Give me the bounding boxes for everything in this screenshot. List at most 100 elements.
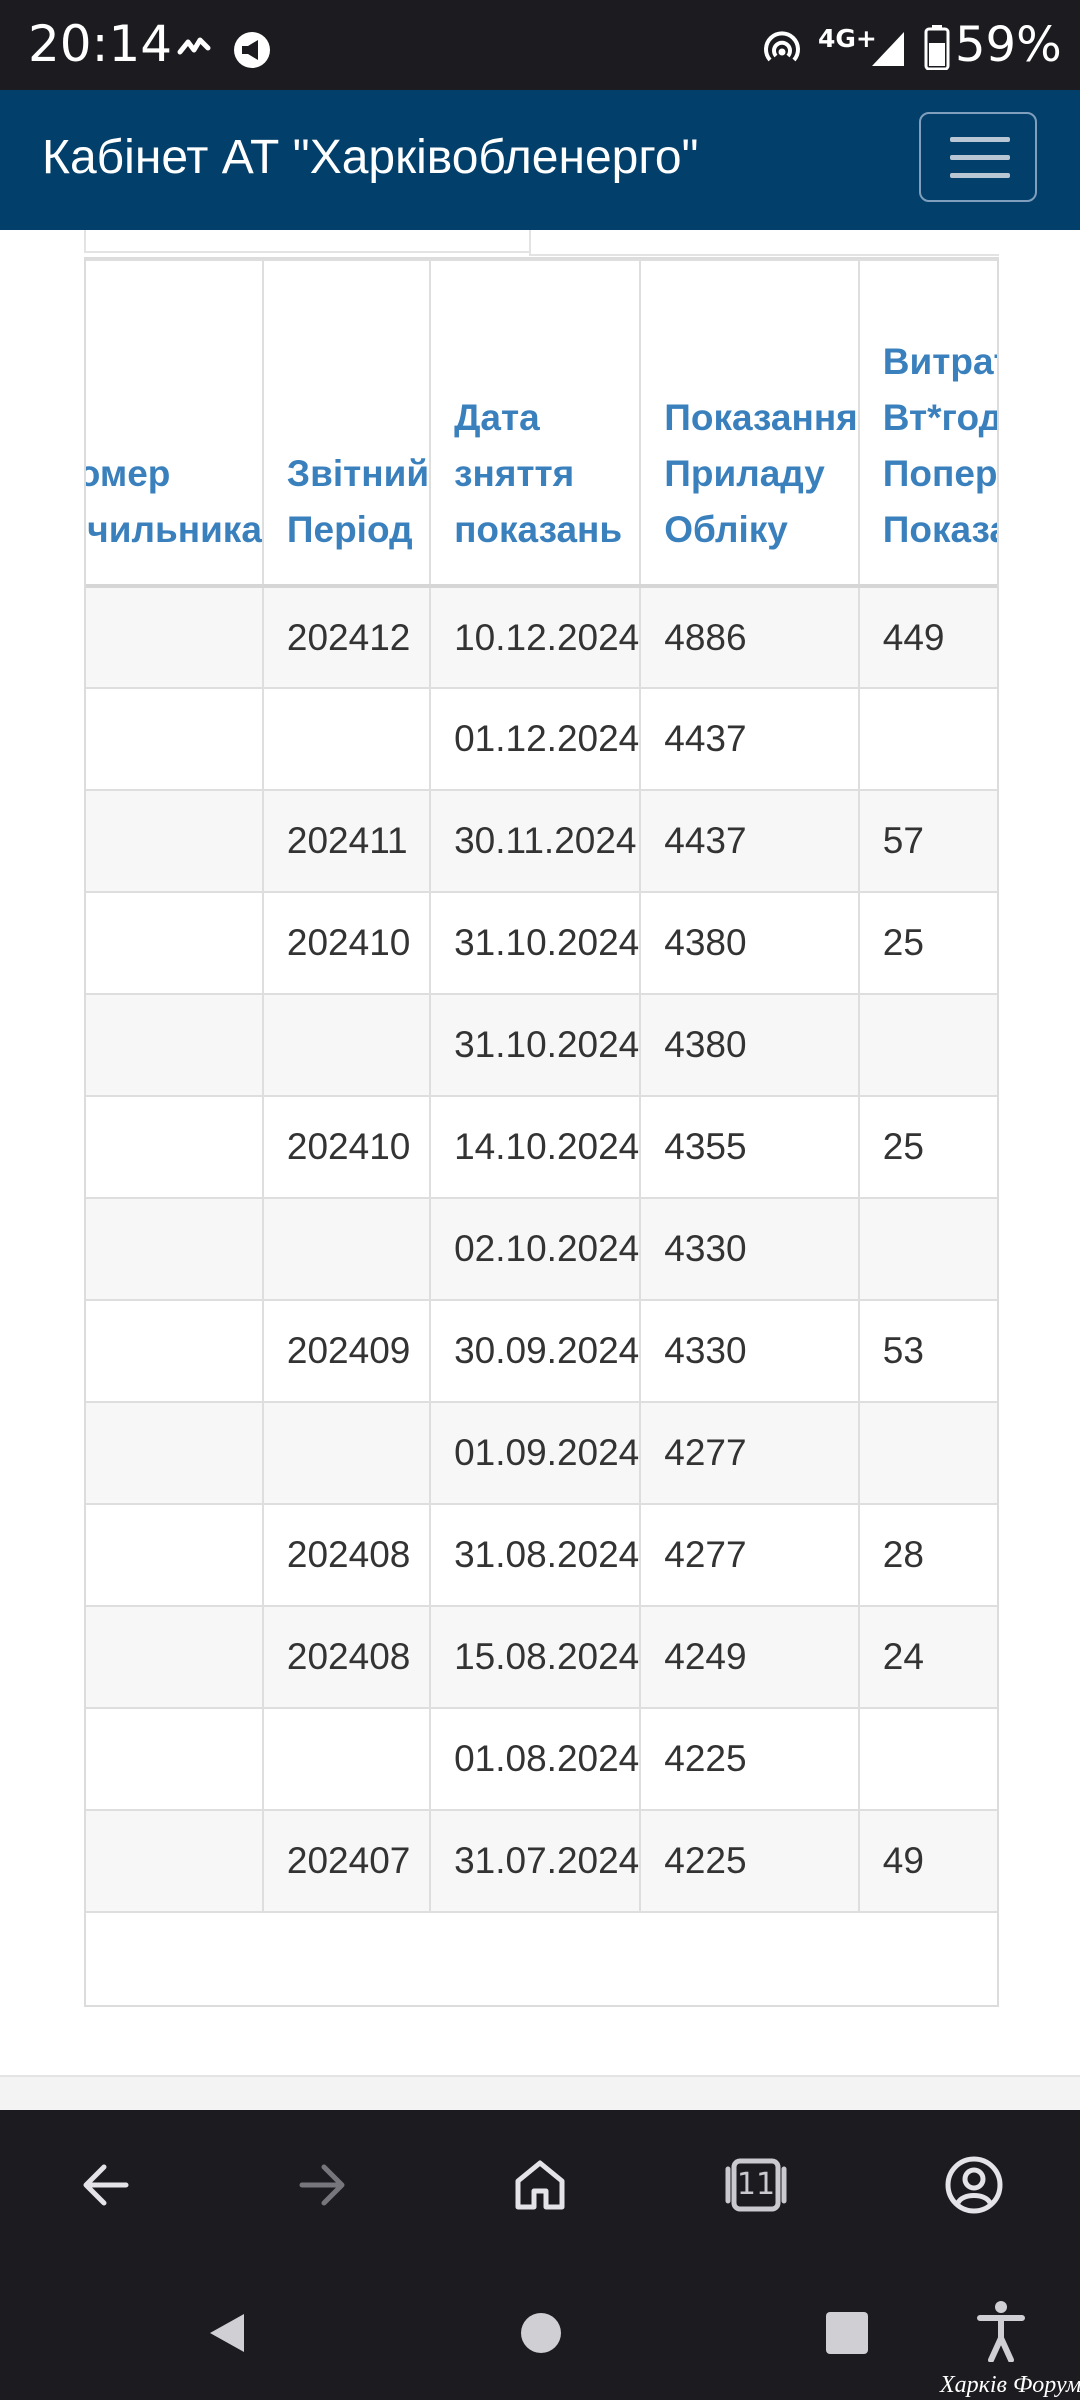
megaphone-icon [234,32,270,68]
cell-meter [86,1605,264,1709]
page-footer [0,2075,1080,2110]
cell-usage: 28 [857,1503,997,1607]
cell-meter [86,1401,264,1505]
readings-table-scroll[interactable]: Номер Лічильника Звітний Період Дата зня… [84,257,999,2007]
cell-reading: 4437 [639,789,860,893]
cell-period: 202412 [261,585,432,689]
cell-date: 10.12.2024 [429,585,642,689]
table-body: 202412 10.12.2024 4886 449 01.12.2024 4437 202… [86,585,997,1913]
col-header-meter[interactable]: Номер Лічильника [86,259,264,588]
table-row: 01.09.2024 4277 [86,1401,997,1505]
home-circle-icon[interactable] [520,2312,562,2354]
cell-usage: 57 [857,789,997,893]
table-row: 202411 30.11.2024 4437 57 [86,789,997,893]
cell-date: 31.07.2024 [429,1809,642,1913]
cell-reading: 4355 [639,1095,860,1199]
cell-period [261,993,432,1097]
col-header-reading[interactable]: Показання Приладу Обліку [639,259,860,588]
menu-toggle-button[interactable] [919,112,1037,202]
cell-period: 202408 [261,1503,432,1607]
col-header-date[interactable]: Дата зняття показань [429,259,642,588]
pulse-icon [177,37,211,55]
col-header-usage[interactable]: Витрата К Вт*год Від Попередніх Показань [857,259,997,588]
cell-date: 30.09.2024 [429,1299,642,1403]
cell-meter [86,789,264,893]
status-bar: 20:14 4G+ 59% [0,0,1080,90]
table-row: 02.10.2024 4330 [86,1197,997,1301]
cell-period [261,1401,432,1505]
col-header-period[interactable]: Звітний Період [261,259,432,588]
back-triangle-icon[interactable] [204,2310,250,2356]
table-row: 202408 15.08.2024 4249 24 [86,1605,997,1709]
cell-usage [857,1707,997,1811]
cell-date: 01.12.2024 [429,687,642,791]
table-row: 202412 10.12.2024 4886 449 [86,585,997,689]
cell-period: 202410 [261,1095,432,1199]
cell-reading: 4225 [639,1809,860,1913]
cell-meter [86,1095,264,1199]
home-icon[interactable] [508,2153,572,2217]
browser-toolbar: 11 [0,2110,1080,2260]
recents-square-icon[interactable] [826,2312,868,2354]
site-navbar: Кабінет АТ "Харківобленерго" [0,90,1080,230]
network-type: 4G+ [818,24,877,53]
table-row: 202407 31.07.2024 4225 49 [86,1809,997,1913]
cell-usage [857,1197,997,1301]
cell-date: 30.11.2024 [429,789,642,893]
cell-date: 15.08.2024 [429,1605,642,1709]
cell-reading: 4330 [639,1299,860,1403]
cell-period [261,687,432,791]
page-content: Номер Лічильника Звітний Період Дата зня… [0,230,1080,2110]
table-row: 202409 30.09.2024 4330 53 [86,1299,997,1403]
cell-meter [86,1197,264,1301]
battery-icon [924,25,950,70]
site-brand[interactable]: Кабінет АТ "Харківобленерго" [42,128,699,188]
cell-meter [86,585,264,689]
cell-date: 14.10.2024 [429,1095,642,1199]
table-row: 202408 31.08.2024 4277 28 [86,1503,997,1607]
table-row: 01.08.2024 4225 [86,1707,997,1811]
tab-divider [84,230,529,253]
cell-reading: 4249 [639,1605,860,1709]
cell-meter [86,1299,264,1403]
cell-date: 01.08.2024 [429,1707,642,1811]
readings-table: Номер Лічильника Звітний Період Дата зня… [86,259,997,1913]
table-row: 202410 14.10.2024 4355 25 [86,1095,997,1199]
cell-period [261,1197,432,1301]
hotspot-icon [764,31,800,62]
cell-usage [857,1401,997,1505]
tab-divider [529,230,999,256]
cell-reading: 4277 [639,1401,860,1505]
cell-usage: 49 [857,1809,997,1913]
cell-meter [86,1707,264,1811]
forward-arrow-icon[interactable] [290,2153,354,2217]
cell-period: 202409 [261,1299,432,1403]
cell-meter [86,1809,264,1913]
status-time: 20:14 [28,15,173,73]
cell-meter [86,1503,264,1607]
accessibility-icon[interactable] [976,2300,1026,2362]
cell-meter [86,687,264,791]
cell-period: 202411 [261,789,432,893]
table-header-row: Номер Лічильника Звітний Період Дата зня… [86,259,997,588]
cell-usage: 25 [857,1095,997,1199]
system-navigation-bar [0,2260,1080,2400]
cell-reading: 4277 [639,1503,860,1607]
cell-usage [857,993,997,1097]
account-icon[interactable] [942,2153,1006,2217]
cell-period: 202407 [261,1809,432,1913]
forum-watermark: Харків Форум [940,2372,1080,2398]
cell-period: 202410 [261,891,432,995]
cell-reading: 4380 [639,891,860,995]
tabs-button[interactable]: 11 [724,2153,788,2217]
cell-date: 31.08.2024 [429,1503,642,1607]
cell-reading: 4330 [639,1197,860,1301]
cell-date: 31.10.2024 [429,891,642,995]
battery-percent: 59% [955,17,1062,73]
cell-usage [857,687,997,791]
cell-date: 31.10.2024 [429,993,642,1097]
cell-meter [86,891,264,995]
table-row: 31.10.2024 4380 [86,993,997,1097]
back-arrow-icon[interactable] [74,2153,138,2217]
tab-count: 11 [736,2167,776,2202]
